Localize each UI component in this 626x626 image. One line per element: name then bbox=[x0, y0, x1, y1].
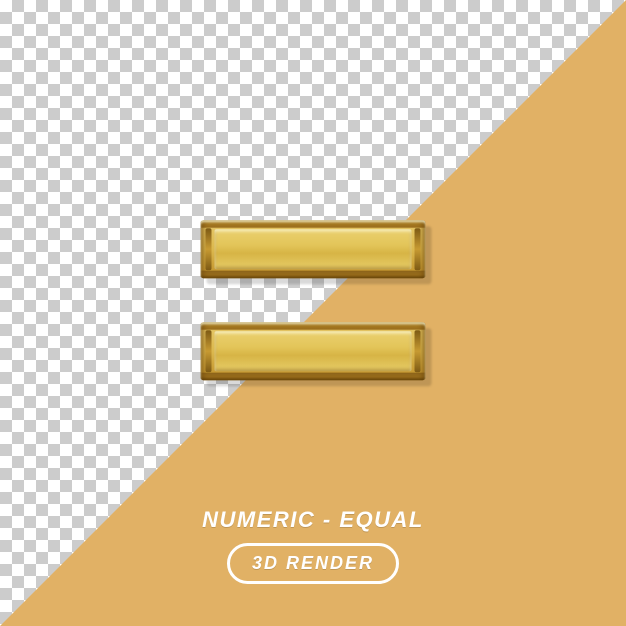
product-title: NUMERIC - EQUAL bbox=[0, 507, 626, 533]
equals-sign-icon bbox=[201, 220, 426, 380]
render-badge: 3D RENDER bbox=[227, 543, 399, 584]
equals-top-bar bbox=[201, 220, 426, 278]
caption-block: NUMERIC - EQUAL 3D RENDER bbox=[0, 507, 626, 584]
product-preview-canvas: NUMERIC - EQUAL 3D RENDER bbox=[0, 0, 626, 626]
equals-bottom-bar bbox=[201, 322, 426, 380]
